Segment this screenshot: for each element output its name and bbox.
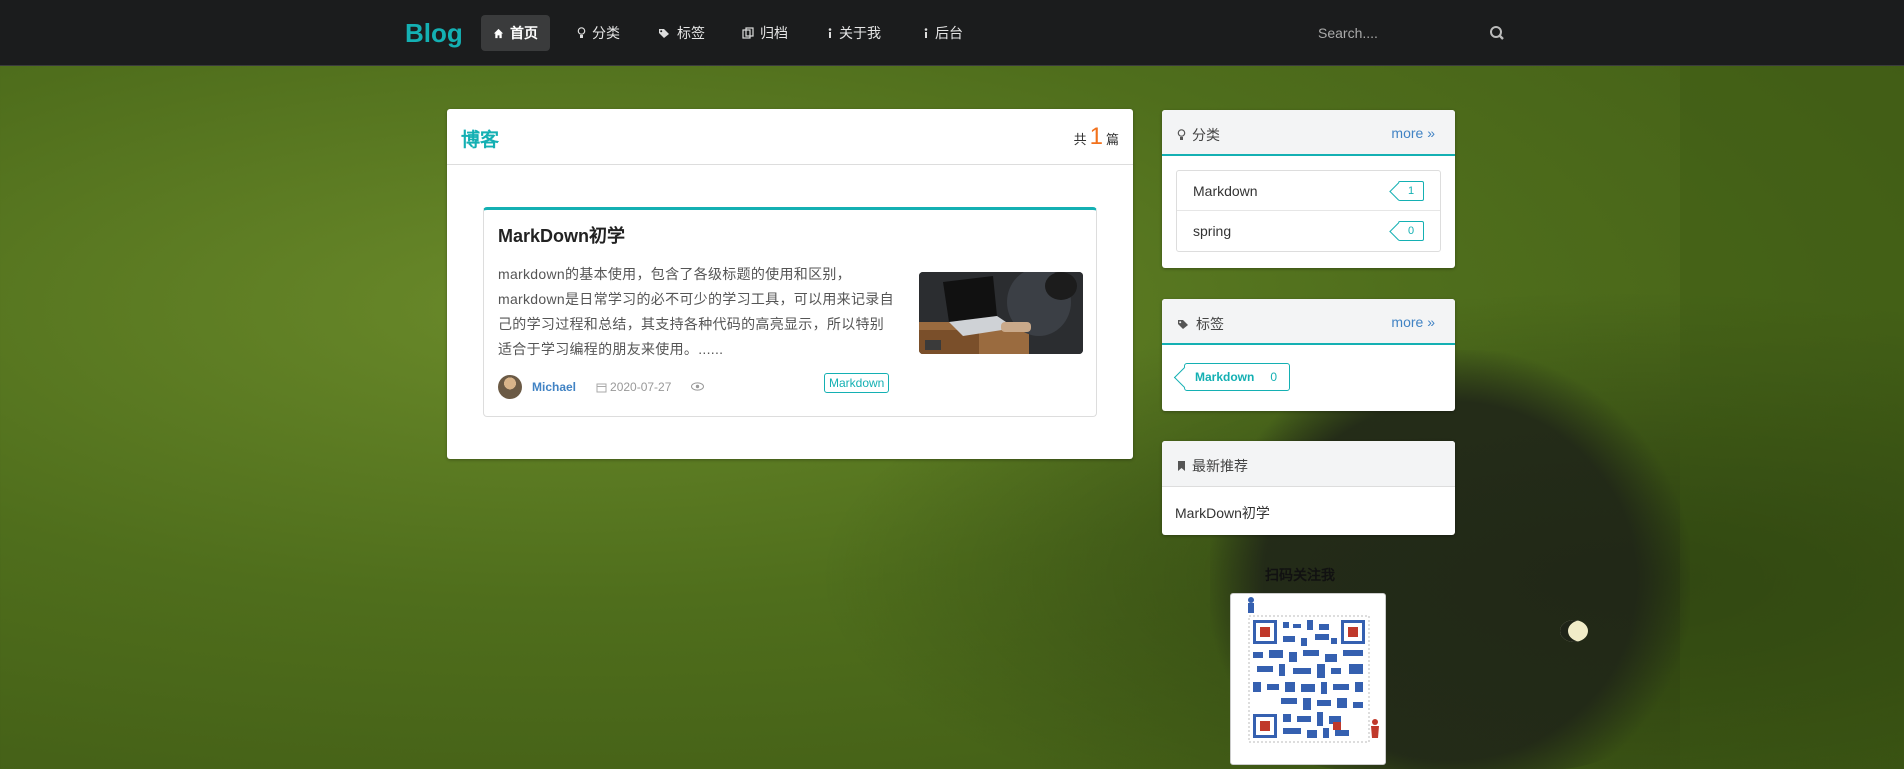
tags-title-text: 标签 bbox=[1196, 316, 1224, 332]
tag-list: Markdown 0 bbox=[1162, 345, 1455, 411]
post-meta: Michael 2020-07-27 bbox=[498, 375, 705, 399]
category-item[interactable]: spring 0 bbox=[1177, 211, 1440, 251]
categories-header: 分类 more » bbox=[1162, 110, 1455, 156]
category-name: Markdown bbox=[1193, 183, 1258, 199]
recommend-list: MarkDown初学 bbox=[1162, 487, 1455, 535]
nav-item-tags[interactable]: 标签 bbox=[646, 15, 717, 51]
post-count: 共 1 篇 bbox=[1074, 123, 1119, 151]
double-chevron-right-icon: » bbox=[1427, 125, 1435, 141]
categories-card: 分类 more » Markdown 1 spring 0 bbox=[1162, 110, 1455, 268]
nav-item-categories[interactable]: 分类 bbox=[565, 15, 632, 51]
count-prefix: 共 bbox=[1073, 132, 1087, 147]
qr-label: 扫码关注我 bbox=[1265, 567, 1335, 583]
category-list: Markdown 1 spring 0 bbox=[1176, 170, 1441, 252]
tag-item[interactable]: Markdown 0 bbox=[1184, 363, 1291, 391]
nav-item-home[interactable]: 首页 bbox=[481, 15, 550, 51]
lightbulb-icon bbox=[1177, 129, 1186, 140]
info-icon bbox=[828, 27, 832, 38]
category-count-badge: 1 bbox=[1398, 181, 1424, 201]
views-indicator bbox=[691, 380, 705, 394]
nav-item-label: 归档 bbox=[760, 25, 788, 41]
nav-item-about[interactable]: 关于我 bbox=[815, 15, 893, 51]
tags-icon bbox=[1178, 319, 1188, 329]
post-author[interactable]: Michael bbox=[532, 380, 576, 394]
avatar bbox=[498, 375, 522, 399]
post-tag[interactable]: Markdown bbox=[824, 373, 890, 393]
search-box bbox=[1318, 18, 1508, 48]
tag-count: 0 bbox=[1270, 370, 1278, 384]
brand-logo[interactable]: Blog bbox=[405, 18, 463, 49]
tags-header: 标签 more » bbox=[1162, 299, 1455, 345]
categories-title: 分类 bbox=[1177, 125, 1220, 145]
recommend-title-text: 最新推荐 bbox=[1192, 458, 1248, 474]
laptop-photo-image bbox=[919, 272, 1083, 354]
category-count-badge: 0 bbox=[1398, 221, 1424, 241]
recommend-item[interactable]: MarkDown初学 bbox=[1175, 503, 1270, 523]
blog-list-card: 博客 共 1 篇 MarkDown初学 markdown的基本使用，包含了各级标… bbox=[447, 109, 1133, 459]
tags-card: 标签 more » Markdown 0 bbox=[1162, 299, 1455, 411]
category-item[interactable]: Markdown 1 bbox=[1177, 171, 1440, 211]
recommend-header: 最新推荐 bbox=[1162, 441, 1455, 487]
qr-code-icon bbox=[1248, 597, 1379, 743]
nav-item-label: 标签 bbox=[677, 25, 705, 41]
background-figure-eye bbox=[1560, 620, 1588, 642]
nav-item-label: 首页 bbox=[510, 25, 538, 41]
page-title: 博客 bbox=[461, 130, 500, 151]
recommend-title: 最新推荐 bbox=[1177, 456, 1248, 476]
post-item[interactable]: MarkDown初学 markdown的基本使用，包含了各级标题的使用和区别，m… bbox=[483, 207, 1097, 417]
tags-icon bbox=[659, 28, 669, 38]
more-label: more bbox=[1391, 314, 1424, 330]
search-icon[interactable] bbox=[1486, 22, 1508, 44]
recommend-card: 最新推荐 MarkDown初学 bbox=[1162, 441, 1455, 535]
tag-name: Markdown bbox=[1195, 370, 1255, 384]
blog-list-header: 博客 共 1 篇 bbox=[447, 109, 1133, 165]
post-description: markdown的基本使用，包含了各级标题的使用和区别，markdown是日常学… bbox=[498, 266, 894, 357]
category-name: spring bbox=[1193, 223, 1232, 239]
home-icon bbox=[493, 28, 504, 38]
post-date-text: 2020-07-27 bbox=[610, 380, 672, 394]
nav-item-archive[interactable]: 归档 bbox=[730, 15, 800, 51]
lightbulb-icon bbox=[577, 27, 586, 38]
count-number: 1 bbox=[1089, 123, 1103, 150]
post-thumbnail[interactable] bbox=[919, 272, 1083, 354]
categories-more-link[interactable]: more » bbox=[1391, 125, 1435, 141]
qr-code-image bbox=[1230, 593, 1386, 765]
info-icon bbox=[924, 27, 928, 38]
clone-icon bbox=[742, 27, 754, 39]
count-suffix: 篇 bbox=[1105, 132, 1119, 147]
tags-more-link[interactable]: more » bbox=[1391, 314, 1435, 330]
nav-item-label: 分类 bbox=[592, 25, 620, 41]
top-navbar: Blog 首页 分类 标签 归档 关于我 后台 bbox=[0, 0, 1904, 66]
categories-title-text: 分类 bbox=[1192, 127, 1220, 143]
post-title[interactable]: MarkDown初学 bbox=[498, 222, 625, 248]
nav-item-label: 后台 bbox=[935, 25, 963, 41]
nav-item-admin[interactable]: 后台 bbox=[911, 15, 975, 51]
bookmark-icon bbox=[1178, 461, 1185, 471]
background-strip bbox=[1680, 66, 1904, 769]
double-chevron-right-icon: » bbox=[1427, 314, 1435, 330]
nav-item-label: 关于我 bbox=[839, 25, 881, 41]
post-date: 2020-07-27 bbox=[596, 380, 671, 394]
more-label: more bbox=[1391, 125, 1424, 141]
tags-title: 标签 bbox=[1177, 314, 1224, 334]
calendar-icon bbox=[596, 383, 607, 392]
search-input[interactable] bbox=[1318, 25, 1468, 41]
eye-icon bbox=[691, 382, 705, 391]
